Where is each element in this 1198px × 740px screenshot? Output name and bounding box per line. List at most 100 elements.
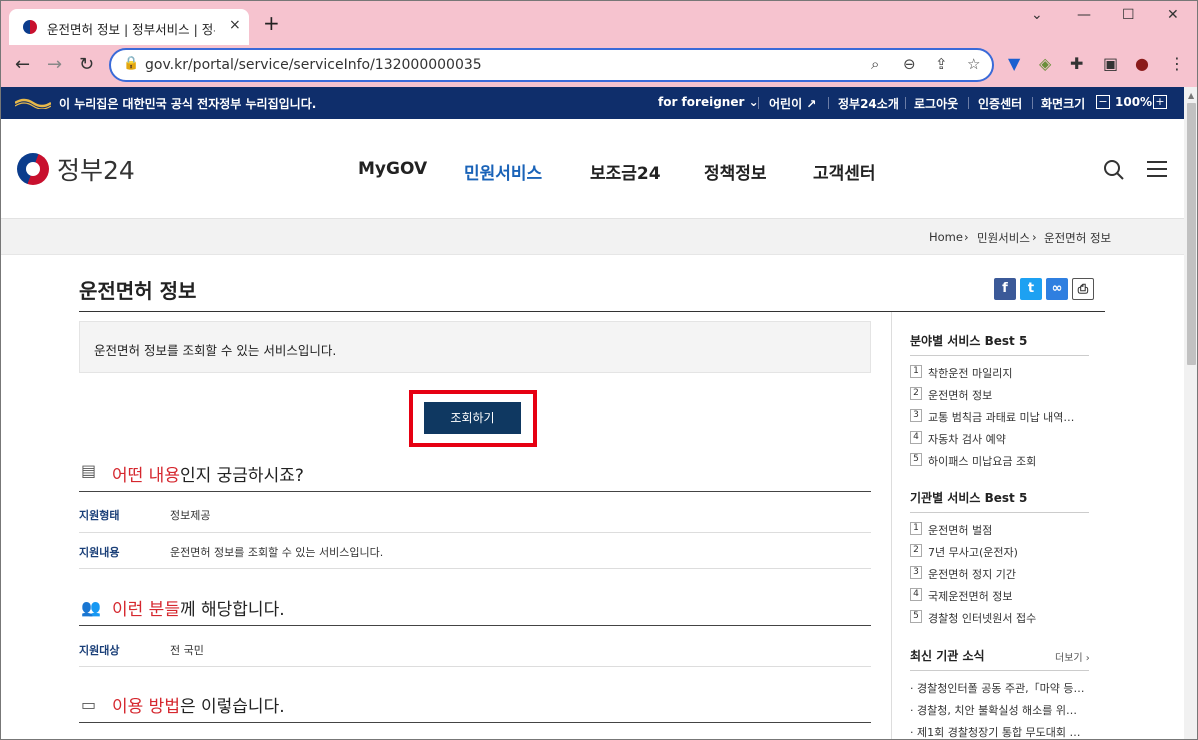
section-how-rest: 은 이렇습니다.	[179, 697, 285, 717]
news-more-link[interactable]: 더보기 ›	[1055, 649, 1090, 664]
zoom-out-icon[interactable]: ⊖	[903, 55, 916, 73]
agency-best-item[interactable]: 경찰청 인터넷원서 접수	[928, 610, 1036, 626]
hamburger-menu-icon[interactable]	[1147, 160, 1167, 178]
rank-badge: 1	[910, 365, 922, 378]
menu-subsidy24[interactable]: 보조금24	[590, 159, 661, 184]
rank-badge: 3	[910, 409, 922, 422]
search-icon[interactable]	[1103, 159, 1125, 181]
egov-logo-icon	[15, 98, 51, 109]
sidebar-line	[910, 512, 1089, 513]
news-title: 최신 기관 소식	[910, 649, 985, 663]
maximize-icon[interactable]: ☐	[1122, 7, 1135, 23]
extensions-puzzle-icon[interactable]: ✚	[1070, 54, 1083, 74]
menu-customer-center[interactable]: 고객센터	[813, 159, 876, 184]
chevron-right-icon: ›	[964, 230, 969, 244]
divider	[968, 97, 969, 109]
brand-name: 정부24	[57, 156, 135, 185]
section-who-highlight: 이런 분들	[112, 600, 180, 620]
agency-best-item[interactable]: 7년 무사고(운전자)	[928, 544, 1018, 560]
agency-best-title: 기관별 서비스 Best 5	[910, 491, 1028, 505]
government-banner: 이 누리집은 대한민국 공식 전자정부 누리집입니다. for foreigne…	[1, 87, 1184, 119]
forward-icon[interactable]: →	[47, 55, 62, 75]
rank-badge: 3	[910, 566, 922, 579]
zoom-out-button[interactable]: −	[1096, 95, 1110, 109]
side-panel-icon[interactable]: ▣	[1103, 54, 1118, 74]
kids-link[interactable]: 어린이 ↗	[769, 95, 816, 112]
people-icon: 👥	[81, 598, 101, 617]
news-item[interactable]: · 경찰청인터폴 공동 주관,「마약 등…	[910, 680, 1085, 696]
agency-best-item[interactable]: 운전면허 벌점	[928, 522, 992, 538]
menu-policy-info[interactable]: 정책정보	[704, 159, 767, 184]
address-bar[interactable]: 🔒 gov.kr/portal/service/serviceInfo/1320…	[109, 48, 994, 82]
section-how-highlight: 이용 방법	[112, 697, 180, 717]
row-divider	[79, 568, 871, 569]
menu-mygov[interactable]: MyGOV	[358, 159, 427, 179]
menu-civil-service[interactable]: 민원서비스	[464, 159, 542, 184]
page-scrollbar[interactable]: ▲	[1184, 87, 1197, 739]
cert-center-link[interactable]: 인증센터	[978, 95, 1022, 112]
copy-link-icon[interactable]: ∞	[1046, 278, 1068, 300]
extension-tag-icon[interactable]: ◈	[1039, 54, 1051, 74]
lock-icon[interactable]: 🔒	[123, 56, 139, 71]
section-divider	[79, 491, 871, 492]
scrollbar-thumb[interactable]	[1187, 103, 1196, 365]
support-type-value: 정보제공	[170, 509, 211, 522]
news-item[interactable]: · 경찰청, 치안 불확실성 해소를 위…	[910, 702, 1077, 718]
chevron-right-icon: ›	[1032, 230, 1037, 244]
section-what-title: 어떤 내용인지 궁금하시죠?	[112, 461, 304, 486]
query-button[interactable]: 조회하기	[424, 402, 521, 434]
zoom-in-button[interactable]: +	[1153, 95, 1167, 109]
service-summary-box: 운전면허 정보를 조회할 수 있는 서비스입니다.	[79, 321, 871, 373]
browser-menu-icon[interactable]: ⋮	[1169, 54, 1185, 74]
search-icon[interactable]: ⌕	[871, 55, 879, 73]
field-best-item[interactable]: 하이패스 미납요금 조회	[928, 453, 1036, 469]
profile-avatar-icon[interactable]: ●	[1135, 54, 1149, 74]
field-best-title: 분야별 서비스 Best 5	[910, 334, 1028, 348]
agency-best-item[interactable]: 운전면허 정지 기간	[928, 566, 1016, 582]
breadcrumb-home[interactable]: Home	[929, 230, 963, 244]
extension-v-icon[interactable]: ▼	[1008, 54, 1020, 74]
rank-badge: 2	[910, 544, 922, 557]
reload-icon[interactable]: ↻	[79, 55, 94, 75]
screen-size-label: 화면크기	[1041, 97, 1086, 111]
minimize-icon[interactable]: —	[1077, 7, 1091, 23]
taegeuk-icon	[17, 153, 49, 185]
about-link[interactable]: 정부24소개	[838, 95, 899, 112]
section-who-title: 이런 분들께 해당합니다.	[112, 595, 285, 620]
back-icon[interactable]: ←	[15, 55, 30, 75]
field-best-item[interactable]: 착한운전 마일리지	[928, 365, 1012, 381]
close-window-icon[interactable]: ✕	[1167, 7, 1179, 23]
divider	[828, 97, 829, 109]
target-label: 지원대상	[79, 644, 120, 657]
tab-search-icon[interactable]: ⌄	[1031, 7, 1043, 23]
new-tab-button[interactable]: +	[263, 13, 280, 33]
facebook-share-icon[interactable]: f	[994, 278, 1016, 300]
support-content-value: 운전면허 정보를 조회할 수 있는 서비스입니다.	[170, 546, 384, 559]
rank-badge: 4	[910, 588, 922, 601]
section-how-title: 이용 방법은 이렇습니다.	[112, 692, 285, 717]
official-notice: 이 누리집은 대한민국 공식 전자정부 누리집입니다.	[59, 97, 317, 111]
section-divider	[79, 722, 871, 723]
title-divider	[79, 311, 1105, 312]
scroll-up-icon[interactable]: ▲	[1188, 91, 1194, 100]
field-best-item[interactable]: 운전면허 정보	[928, 387, 992, 403]
breadcrumb-civil-service[interactable]: 민원서비스	[977, 230, 1030, 246]
twitter-share-icon[interactable]: t	[1020, 278, 1042, 300]
logout-link[interactable]: 로그아웃	[914, 95, 958, 112]
close-tab-icon[interactable]: ×	[229, 17, 241, 33]
sidebar-line	[910, 670, 1089, 671]
for-foreigner-link[interactable]: for foreigner ⌄	[658, 95, 759, 109]
target-value: 전 국민	[170, 644, 204, 657]
sidebar-divider	[891, 312, 892, 739]
print-icon[interactable]: ⎙	[1072, 278, 1094, 300]
bookmark-star-icon[interactable]: ☆	[967, 55, 980, 73]
row-divider	[79, 532, 871, 533]
field-best-item[interactable]: 교통 범칙금 과태료 미납 내역…	[928, 409, 1074, 425]
url-text[interactable]: gov.kr/portal/service/serviceInfo/132000…	[145, 57, 482, 73]
field-best-item[interactable]: 자동차 검사 예약	[928, 431, 1006, 447]
browser-tab[interactable]: 운전면허 정보 | 정부서비스 | 정부 ×	[9, 9, 249, 45]
news-item[interactable]: · 제1회 경찰청장기 통합 무도대회 …	[910, 724, 1081, 739]
share-icon[interactable]: ⇪	[935, 55, 948, 73]
agency-best-item[interactable]: 국제운전면허 정보	[928, 588, 1012, 604]
section-what-rest: 인지 궁금하시죠?	[179, 466, 304, 486]
